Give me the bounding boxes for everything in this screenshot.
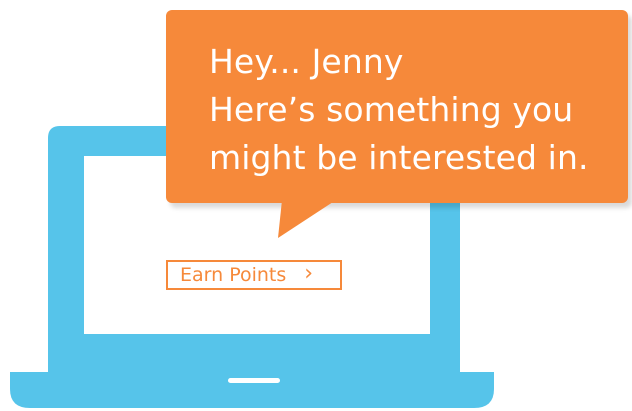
earn-points-button[interactable]: Earn Points ›	[166, 260, 342, 290]
chevron-right-icon: ›	[304, 261, 314, 286]
earn-points-label: Earn Points	[180, 264, 287, 286]
laptop-hinge	[228, 378, 280, 383]
illustration-stage: Hey... Jenny Here’s something you might …	[0, 0, 632, 411]
greeting-line: Hey... Jenny	[209, 42, 404, 81]
speech-bubble-message: Hey... Jenny Here’s something you might …	[209, 38, 625, 182]
message-line-2: Here’s something you	[209, 90, 574, 129]
message-line-3: might be interested in.	[209, 138, 589, 177]
laptop-base	[10, 372, 494, 408]
